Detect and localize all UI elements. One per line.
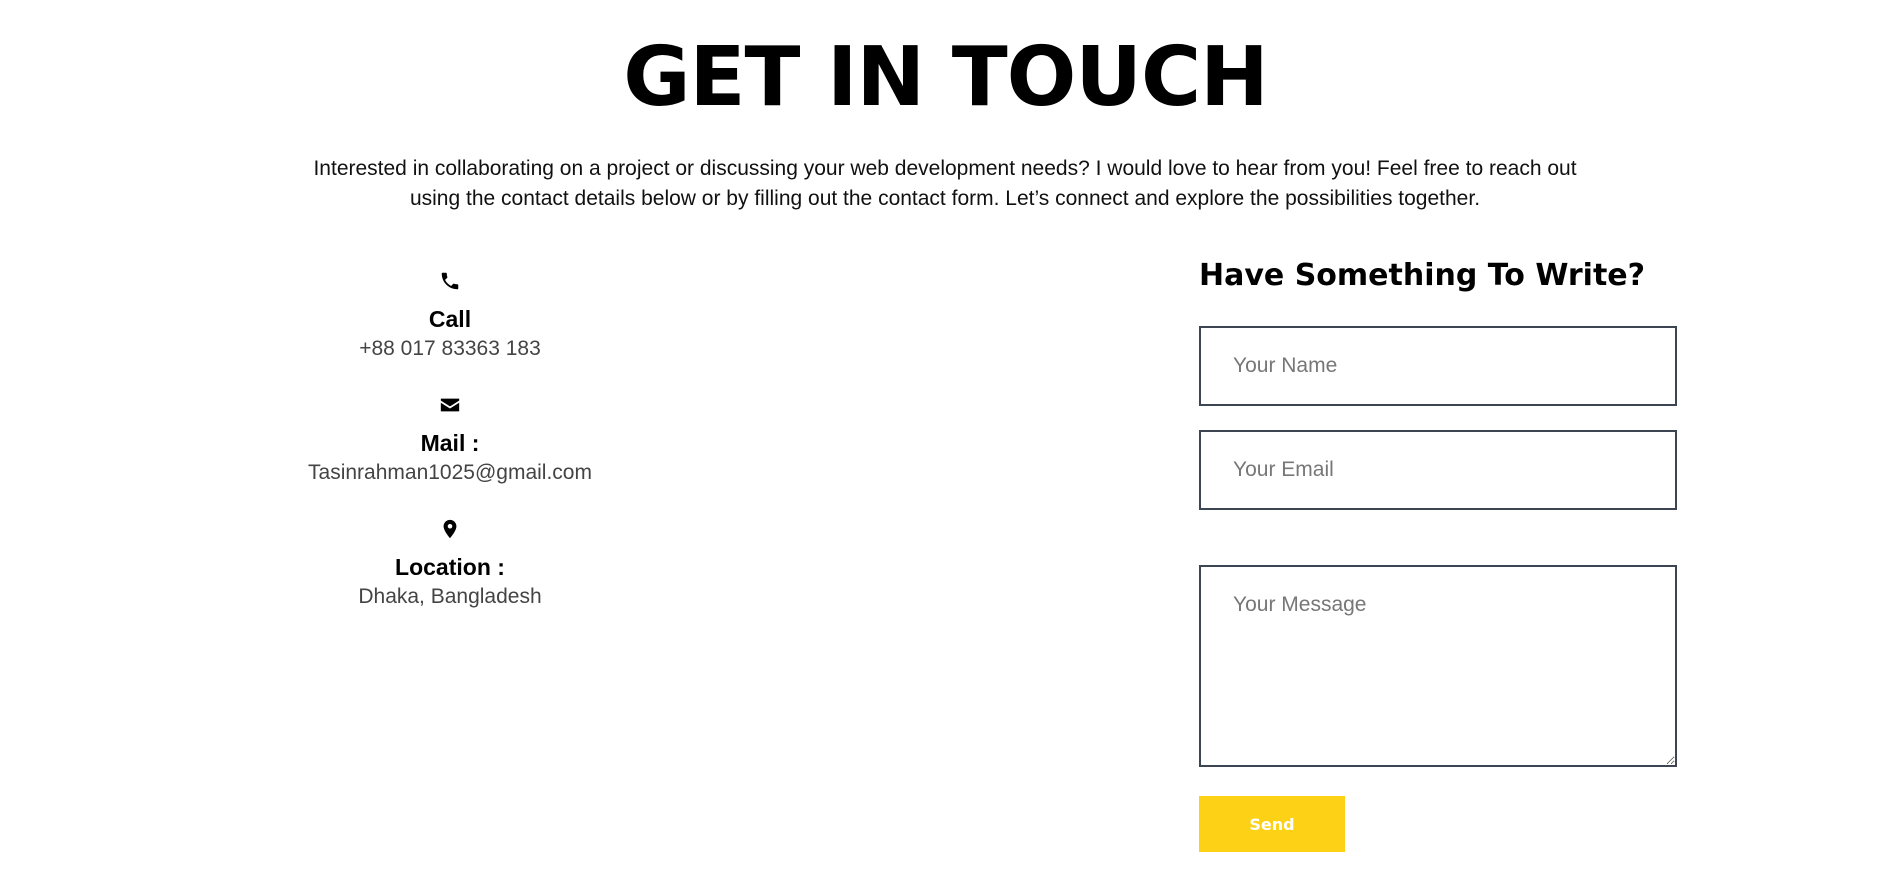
contact-form: Have Something To Write? Send: [1199, 254, 1677, 852]
contact-section: GET IN TOUCH Interested in collaborating…: [0, 0, 1891, 877]
location-label: Location :: [395, 554, 505, 580]
send-button[interactable]: Send: [1199, 796, 1345, 852]
location-value: Dhaka, Bangladesh: [358, 585, 542, 608]
contact-mail: Mail : Tasinrahman1025@gmail.com: [250, 394, 650, 488]
mail-value: Tasinrahman1025@gmail.com: [308, 461, 592, 484]
map-pin-icon: [438, 518, 462, 542]
name-input[interactable]: [1199, 326, 1677, 406]
page-title: GET IN TOUCH: [623, 30, 1269, 125]
intro-text: Interested in collaborating on a project…: [313, 157, 1577, 210]
phone-icon: [438, 270, 462, 294]
contact-call: Call +88 017 83363 183: [250, 270, 650, 364]
mail-label: Mail :: [420, 430, 480, 456]
message-textarea[interactable]: [1199, 565, 1677, 767]
contact-location: Location : Dhaka, Bangladesh: [250, 518, 650, 612]
call-value: +88 017 83363 183: [359, 337, 541, 360]
form-heading: Have Something To Write?: [1199, 258, 1646, 293]
envelope-icon: [438, 394, 462, 418]
email-input[interactable]: [1199, 430, 1677, 510]
call-label: Call: [428, 306, 472, 332]
